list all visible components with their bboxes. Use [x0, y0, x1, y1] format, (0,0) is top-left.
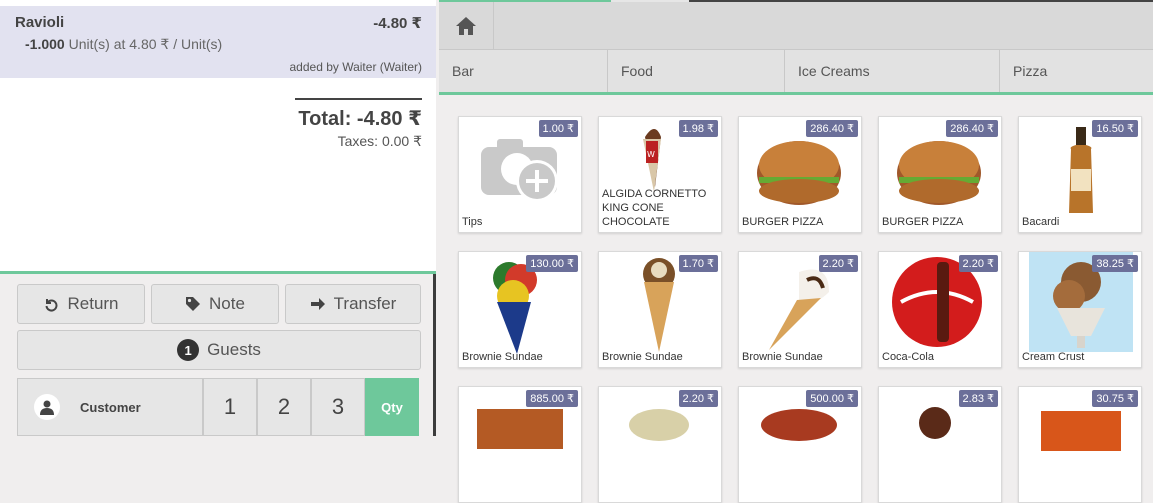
- product-price: 1.98 ₹: [678, 120, 718, 137]
- product-card[interactable]: 2.20 ₹ Brownie Sundae: [738, 251, 862, 368]
- order-line-info: -1.000 Unit(s) at 4.80 ₹ / Unit(s): [25, 36, 222, 53]
- transfer-button[interactable]: Transfer: [285, 284, 421, 324]
- product-price: 1.70 ₹: [678, 255, 718, 272]
- product-price: 30.75 ₹: [1092, 390, 1138, 407]
- product-price: 2.20 ₹: [818, 255, 858, 272]
- customer-button[interactable]: Customer: [17, 378, 203, 436]
- breadcrumb-bar: [439, 2, 1153, 50]
- numpad-key-1[interactable]: 1: [203, 378, 257, 436]
- transfer-label: Transfer: [333, 294, 397, 313]
- product-name: BURGER PIZZA: [882, 216, 964, 228]
- undo-icon: [45, 299, 58, 312]
- arrow-right-icon: [310, 298, 325, 310]
- guests-button[interactable]: 1 Guests: [17, 330, 421, 370]
- product-price: 130.00 ₹: [526, 255, 578, 272]
- product-card[interactable]: 500.00 ₹: [738, 386, 862, 503]
- product-card[interactable]: 2.83 ₹: [878, 386, 1002, 503]
- order-line-price: -4.80 ₹: [373, 15, 422, 32]
- product-grid: 1.00 ₹ Tips W 1.98 ₹ ALGIDA CORNETTO KIN…: [439, 98, 1153, 503]
- product-card[interactable]: 1.70 ₹ Brownie Sundae: [598, 251, 722, 368]
- product-price: 1.00 ₹: [538, 120, 578, 137]
- product-card[interactable]: 30.75 ₹: [1018, 386, 1142, 503]
- numpad-key-3[interactable]: 3: [311, 378, 365, 436]
- category-bar: Bar Food Ice Creams Pizza: [439, 50, 1153, 95]
- tag-icon: [186, 297, 201, 311]
- return-button[interactable]: Return: [17, 284, 145, 324]
- note-button[interactable]: Note: [151, 284, 279, 324]
- order-line-added-by: added by Waiter (Waiter): [289, 60, 423, 74]
- qty-mode-button[interactable]: Qty: [365, 378, 419, 436]
- note-label: Note: [209, 294, 245, 313]
- numpad-key-2[interactable]: 2: [257, 378, 311, 436]
- product-price: 500.00 ₹: [806, 390, 858, 407]
- user-icon: [34, 394, 60, 420]
- product-price: 286.40 ₹: [806, 120, 858, 137]
- home-icon: [456, 17, 476, 35]
- category-pizza[interactable]: Pizza: [1000, 50, 1153, 92]
- order-panel: Ravioli -4.80 ₹ -1.000 Unit(s) at 4.80 ₹…: [0, 0, 436, 436]
- product-name: ALGIDA CORNETTO KING CONE CHOCOLATE: [602, 188, 707, 228]
- product-card[interactable]: 130.00 ₹ Brownie Sundae: [458, 251, 582, 368]
- category-ice-creams[interactable]: Ice Creams: [785, 50, 1000, 92]
- product-screen: Bar Food Ice Creams Pizza 1.00 ₹ Tips W …: [439, 0, 1153, 503]
- order-line-name: Ravioli: [15, 14, 65, 31]
- order-taxes: Taxes: 0.00 ₹: [337, 133, 422, 149]
- product-name: Brownie Sundae: [462, 351, 543, 363]
- home-button[interactable]: [439, 2, 494, 50]
- product-card[interactable]: 16.50 ₹ Bacardi: [1018, 116, 1142, 233]
- product-card[interactable]: 38.25 ₹ Cream Crust: [1018, 251, 1142, 368]
- guests-label: Guests: [207, 340, 261, 359]
- order-total: Total: -4.80 ₹: [298, 108, 422, 130]
- product-card[interactable]: 2.20 ₹ Coca-Cola: [878, 251, 1002, 368]
- guests-count-badge: 1: [177, 339, 200, 361]
- numpad: Customer 1 2 3 Qty: [17, 378, 419, 436]
- return-label: Return: [67, 294, 119, 313]
- order-line-qty: -1.000: [25, 36, 65, 52]
- product-card[interactable]: 885.00 ₹: [458, 386, 582, 503]
- product-price: 2.20 ₹: [958, 255, 998, 272]
- product-name: Bacardi: [1022, 216, 1060, 228]
- order-summary: Ravioli -4.80 ₹ -1.000 Unit(s) at 4.80 ₹…: [0, 0, 436, 274]
- product-price: 38.25 ₹: [1092, 255, 1138, 272]
- product-name: Coca-Cola: [882, 351, 934, 363]
- customer-label: Customer: [80, 399, 141, 415]
- product-card[interactable]: 2.20 ₹: [598, 386, 722, 503]
- product-price: 16.50 ₹: [1092, 120, 1138, 137]
- product-price: 2.20 ₹: [678, 390, 718, 407]
- product-price: 2.83 ₹: [958, 390, 998, 407]
- product-card[interactable]: 1.00 ₹ Tips: [458, 116, 582, 233]
- product-card[interactable]: 286.40 ₹ BURGER PIZZA: [738, 116, 862, 233]
- product-name: Cream Crust: [1022, 351, 1085, 363]
- order-line-unit-info: Unit(s) at 4.80 ₹ / Unit(s): [68, 36, 223, 52]
- category-bar[interactable]: Bar: [439, 50, 608, 92]
- svg-text:W: W: [647, 150, 655, 159]
- product-card[interactable]: W 1.98 ₹ ALGIDA CORNETTO KING CONE CHOCO…: [598, 116, 722, 233]
- order-line[interactable]: Ravioli -4.80 ₹ -1.000 Unit(s) at 4.80 ₹…: [0, 6, 436, 78]
- product-name: Brownie Sundae: [742, 351, 823, 363]
- product-card[interactable]: 286.40 ₹ BURGER PIZZA: [878, 116, 1002, 233]
- product-name: Brownie Sundae: [602, 351, 683, 363]
- product-price: 885.00 ₹: [526, 390, 578, 407]
- product-name: Tips: [462, 216, 483, 228]
- category-food[interactable]: Food: [608, 50, 785, 92]
- product-price: 286.40 ₹: [946, 120, 998, 137]
- product-name: BURGER PIZZA: [742, 216, 824, 228]
- order-totals: Total: -4.80 ₹ Taxes: 0.00 ₹: [295, 98, 422, 150]
